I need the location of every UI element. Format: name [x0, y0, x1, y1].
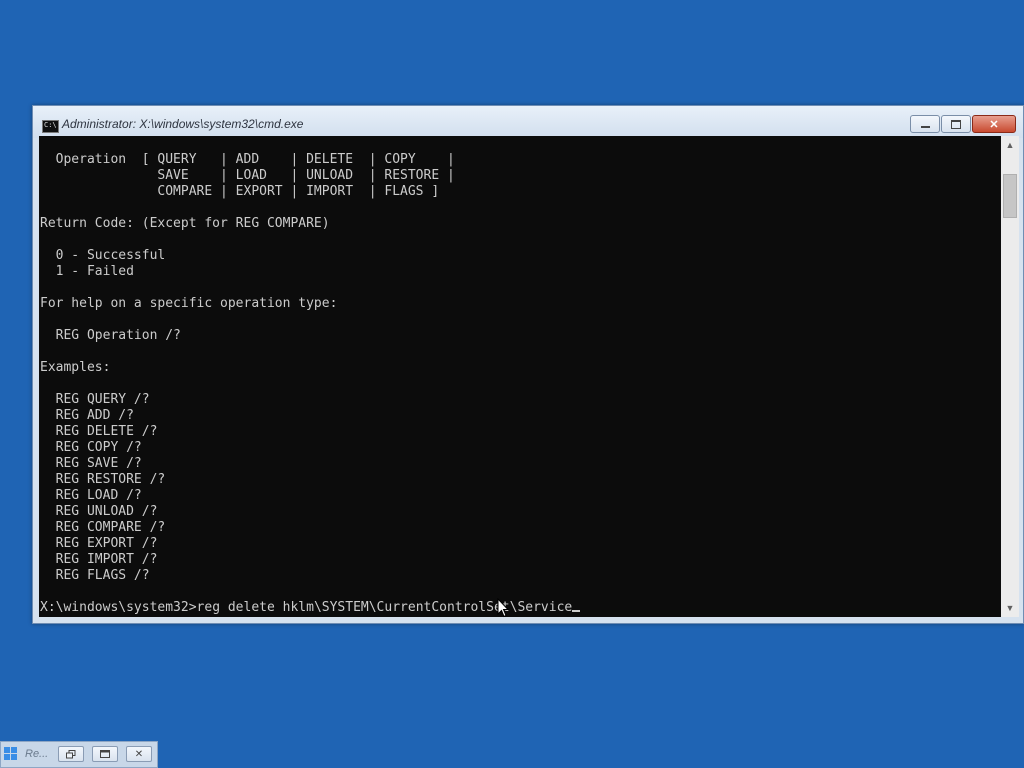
- chevron-down-icon: ▼: [1005, 603, 1015, 613]
- cmd-icon[interactable]: C:\: [42, 120, 59, 133]
- minimized-window-stub[interactable]: Re... ✕: [0, 741, 158, 768]
- maximize-icon: [951, 119, 961, 129]
- window-title: Administrator: X:\windows\system32\cmd.e…: [62, 117, 304, 131]
- restore-icon: [66, 749, 76, 758]
- maximize-button[interactable]: [941, 115, 971, 133]
- vertical-scrollbar[interactable]: ▲ ▼: [1001, 136, 1019, 617]
- minimize-button[interactable]: [910, 115, 940, 133]
- chevron-up-icon: ▲: [1005, 140, 1015, 150]
- close-icon: ✕: [134, 748, 144, 760]
- scroll-thumb[interactable]: [1003, 174, 1017, 218]
- maximize-icon: [100, 750, 110, 758]
- prompt: X:\windows\system32>: [40, 600, 197, 615]
- minimized-window-label: Re...: [25, 748, 49, 760]
- close-button[interactable]: ✕: [972, 115, 1016, 133]
- scroll-down-button[interactable]: ▼: [1001, 599, 1019, 617]
- cmd-icon-glyph: C:\: [44, 121, 57, 129]
- close-button[interactable]: ✕: [126, 746, 152, 762]
- close-icon: ✕: [989, 118, 999, 131]
- minimize-icon: [920, 126, 930, 128]
- desktop: C:\ Administrator: X:\windows\system32\c…: [0, 0, 1024, 768]
- restore-button[interactable]: [58, 746, 84, 762]
- text-cursor: [572, 610, 581, 612]
- setup-icon: [4, 747, 17, 760]
- title-bar[interactable]: C:\ Administrator: X:\windows\system32\c…: [33, 106, 1023, 138]
- console-output[interactable]: Operation [ QUERY | ADD | DELETE | COPY …: [39, 136, 1001, 617]
- console-text: Operation [ QUERY | ADD | DELETE | COPY …: [40, 152, 455, 583]
- mouse-pointer-icon: [497, 598, 509, 618]
- cmd-window[interactable]: C:\ Administrator: X:\windows\system32\c…: [32, 105, 1024, 624]
- command-input[interactable]: reg delete hklm\SYSTEM\CurrentControlSet…: [197, 600, 573, 615]
- scroll-up-button[interactable]: ▲: [1001, 136, 1019, 154]
- maximize-button[interactable]: [92, 746, 118, 762]
